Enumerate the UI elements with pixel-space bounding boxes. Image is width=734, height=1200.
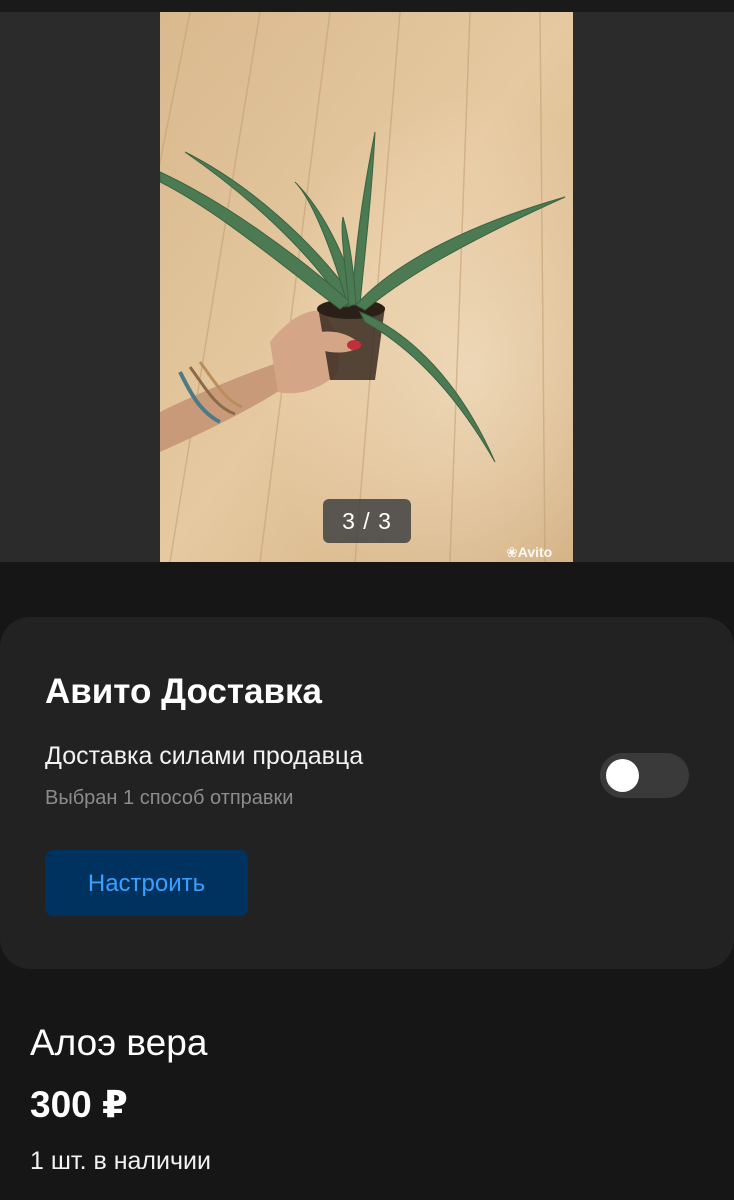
delivery-title: Авито Доставка	[45, 672, 322, 711]
status-bar	[0, 0, 734, 12]
product-price: 300 ₽	[30, 1084, 128, 1125]
screen: 3 / 3 ❀Avito Авито Доставка Доставка сил…	[0, 0, 734, 1200]
product-stock: 1 шт. в наличии	[30, 1147, 211, 1175]
toggle-knob	[606, 759, 639, 792]
watermark-text: Avito	[517, 544, 553, 560]
product-photo[interactable]	[160, 12, 573, 562]
photo-counter: 3 / 3	[323, 499, 411, 543]
delivery-card: Авито Доставка Доставка силами продавца …	[0, 617, 734, 969]
delivery-option-label: Доставка силами продавца	[45, 742, 364, 770]
delivery-option-sub: Выбран 1 способ отправки	[45, 787, 294, 809]
delivery-toggle[interactable]	[600, 753, 689, 798]
product-title: Алоэ вера	[30, 1022, 208, 1063]
photo-gallery[interactable]: 3 / 3 ❀Avito	[0, 12, 734, 562]
configure-button[interactable]: Настроить	[45, 850, 248, 916]
aloe-plant-photo	[160, 12, 573, 562]
avito-watermark: ❀Avito	[506, 544, 553, 560]
